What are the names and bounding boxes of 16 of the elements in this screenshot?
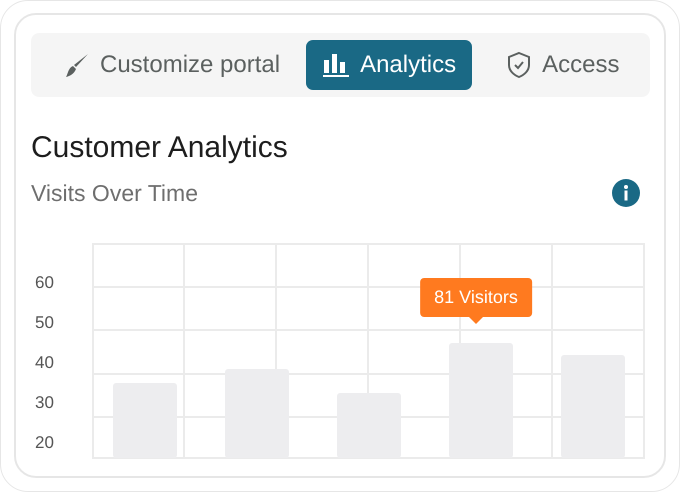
- shield-check-icon: [506, 51, 532, 79]
- info-icon[interactable]: [612, 179, 640, 207]
- card-title: Customer Analytics: [31, 131, 289, 165]
- tab[interactable]: Analytics: [306, 40, 472, 90]
- tooltip: 81 Visitors: [420, 278, 532, 317]
- y-axis-label: 50: [35, 313, 54, 333]
- y-axis-label: 60: [35, 273, 54, 293]
- y-axis-label: 30: [35, 393, 54, 413]
- chart-subtitle: Visits Over Time: [31, 180, 198, 206]
- y-axis-label: 20: [35, 433, 54, 453]
- tooltip-pointer: [469, 317, 483, 324]
- paintbrush-icon: [64, 52, 90, 78]
- tab[interactable]: Access: [490, 40, 636, 90]
- tab[interactable]: Customize portal: [48, 40, 296, 90]
- y-axis-label: 40: [35, 353, 54, 373]
- bar-chart-icon: [322, 52, 350, 78]
